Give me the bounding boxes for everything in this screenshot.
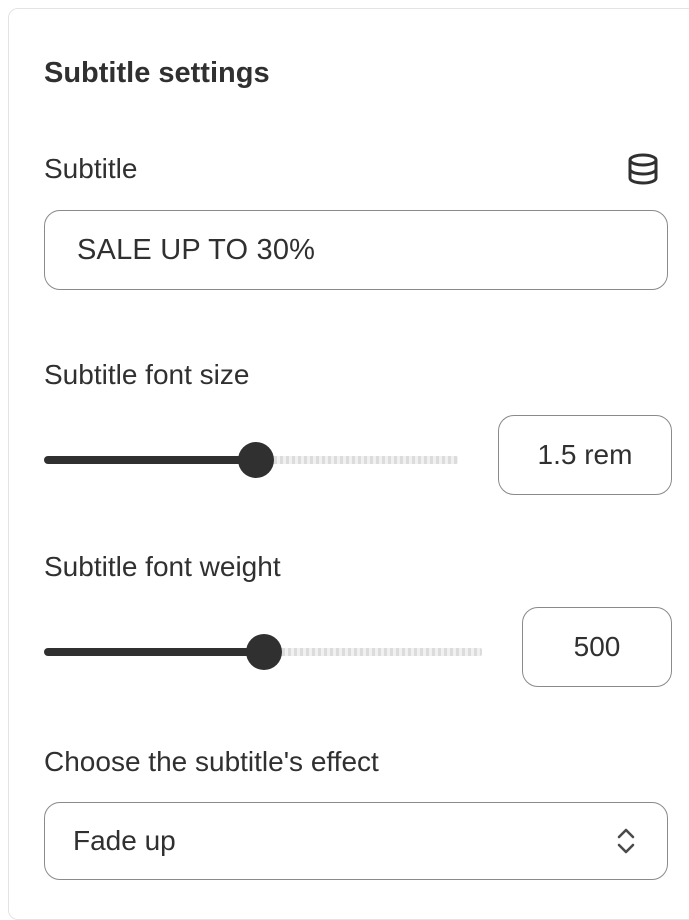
font-size-slider-thumb[interactable] [238,442,274,478]
font-size-label: Subtitle font size [44,359,250,390]
effect-select[interactable]: Fade up [44,802,668,880]
select-chevron-icon [613,823,639,859]
font-weight-label: Subtitle font weight [44,551,281,582]
effect-label: Choose the subtitle's effect [44,746,379,777]
database-icon[interactable] [626,152,660,186]
font-weight-slider-thumb[interactable] [246,634,282,670]
font-weight-slider-filled-track [44,648,264,656]
subtitle-input[interactable]: SALE UP TO 30% [44,210,668,290]
font-weight-value-input[interactable]: 500 [522,607,672,687]
section-title: Subtitle settings [44,57,270,89]
font-weight-slider[interactable] [44,634,488,674]
effect-selected-value: Fade up [73,825,176,856]
font-weight-slider-empty-track [264,648,482,656]
font-size-value-input[interactable]: 1.5 rem [498,415,672,495]
font-size-slider-empty-track [256,456,458,464]
font-size-slider[interactable] [44,440,464,480]
font-size-slider-filled-track [44,456,256,464]
subtitle-label: Subtitle [44,153,138,184]
